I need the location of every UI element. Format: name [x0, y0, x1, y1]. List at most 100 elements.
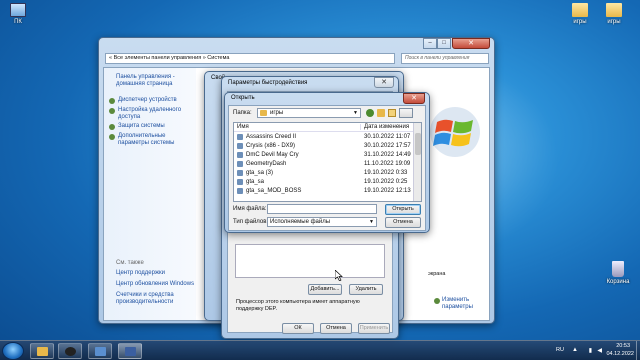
- flag-icon[interactable]: ▲: [572, 347, 578, 353]
- desktop-icon-recycle-bin[interactable]: Корзина: [601, 261, 635, 285]
- language-indicator[interactable]: RU: [556, 347, 564, 353]
- dialog-title: Открыть: [231, 95, 255, 101]
- see-also-action-center[interactable]: Центр поддержки: [116, 270, 165, 276]
- dep-exclusion-list[interactable]: [235, 244, 385, 278]
- desktop-icon-label: игры: [573, 19, 587, 25]
- app-icon: [237, 179, 243, 185]
- close-button[interactable]: ✕: [374, 77, 394, 88]
- file-date: 19.10.2022 0:33: [364, 170, 408, 176]
- start-button[interactable]: [2, 342, 24, 360]
- file-date: 11.10.2022 19:09: [364, 161, 411, 167]
- remove-button[interactable]: Удалить: [349, 284, 383, 295]
- sidebar-item-remote[interactable]: Настройка удаленного доступа: [109, 107, 195, 123]
- filename-input[interactable]: [267, 204, 377, 214]
- file-date: 30.10.2022 17:57: [364, 143, 411, 149]
- file-row[interactable]: gta_sa_MOD_BOSS 19.10.2022 12:13: [234, 187, 414, 196]
- maximize-button[interactable]: □: [437, 38, 451, 49]
- taskbar-control-panel[interactable]: [88, 343, 112, 359]
- open-dialog-body: Папка: игры ▼ Имя Дата изменения Assassi…: [228, 105, 426, 231]
- mouse-cursor-icon: [335, 270, 343, 281]
- cancel-button[interactable]: Отмена: [385, 217, 421, 228]
- sidebar-item-system-protection[interactable]: Защита системы: [109, 123, 195, 133]
- sidebar-item-advanced[interactable]: Дополнительные параметры системы: [109, 133, 195, 149]
- sidebar-item-label: Диспетчер устройств: [118, 97, 177, 103]
- file-row[interactable]: GeometryDash 11.10.2022 19:09: [234, 160, 414, 169]
- taskbar: RU ▲ ▮ ◀ 20:53 04.12.2022: [0, 340, 640, 360]
- file-row[interactable]: Crysis (x86 - DX9) 30.10.2022 17:57: [234, 142, 414, 151]
- clock-date[interactable]: 04.12.2022: [606, 351, 634, 357]
- open-button[interactable]: Открыть: [385, 204, 421, 215]
- desktop-icon-computer[interactable]: ПК: [1, 3, 35, 25]
- file-name: gta_sa: [246, 179, 265, 185]
- file-name: gta_sa_MOD_BOSS: [246, 188, 302, 194]
- shield-icon: [109, 98, 115, 104]
- view-menu-icon[interactable]: [399, 108, 413, 118]
- file-row[interactable]: Assassins Creed II 30.10.2022 11:07: [234, 133, 414, 142]
- close-button[interactable]: ✕: [452, 38, 490, 49]
- app-icon: [237, 152, 243, 158]
- cancel-button[interactable]: Отмена: [320, 323, 352, 334]
- sidebar-item-label: Защита системы: [118, 123, 165, 129]
- show-desktop-button[interactable]: [636, 341, 640, 360]
- see-also-windows-update[interactable]: Центр обновления Windows: [116, 281, 194, 287]
- breadcrumb: « Все элементы панели управления » Систе…: [109, 55, 230, 61]
- see-also-title: См. также: [116, 260, 144, 266]
- desktop-icon-label: ПК: [14, 19, 22, 25]
- desktop-icon-folder[interactable]: игры: [597, 3, 631, 25]
- search-input[interactable]: Поиск в панели управления: [401, 53, 489, 64]
- right-text: экрана: [428, 271, 446, 277]
- scrollbar-thumb[interactable]: [415, 133, 421, 155]
- see-also-performance[interactable]: Счетчики и средства производительности: [116, 292, 190, 306]
- column-name[interactable]: Имя: [237, 124, 249, 130]
- network-icon[interactable]: ▮: [589, 347, 592, 354]
- volume-icon[interactable]: ◀: [597, 347, 602, 354]
- file-name: Assassins Creed II: [246, 134, 297, 140]
- close-button[interactable]: ✕: [403, 93, 425, 104]
- computer-icon: [10, 3, 26, 17]
- open-file-dialog: Открыть ✕ Папка: игры ▼ Имя Дата изменен…: [224, 92, 430, 233]
- chevron-down-icon: ▼: [369, 219, 374, 225]
- desktop-icon-folder[interactable]: игры: [563, 3, 597, 25]
- taskbar-obs[interactable]: [58, 343, 82, 359]
- file-row[interactable]: gta_sa 19.10.2022 0:25: [234, 178, 414, 187]
- new-folder-icon[interactable]: [388, 109, 396, 117]
- search-placeholder: Поиск в панели управления: [405, 55, 470, 61]
- sidebar-home-link[interactable]: Панель управления - домашняя страница: [116, 74, 192, 88]
- file-list[interactable]: Имя Дата изменения Assassins Creed II 30.…: [233, 122, 422, 202]
- dialog-title: Параметры быстродействия: [228, 80, 308, 86]
- app-icon: [237, 134, 243, 140]
- clock-time[interactable]: 20:53: [616, 343, 630, 349]
- sidebar-links: Диспетчер устройств Настройка удаленного…: [109, 97, 195, 149]
- filetype-select[interactable]: Исполняемые файлы ▼: [267, 217, 377, 227]
- file-name: Crysis (x86 - DX9): [246, 143, 296, 149]
- app-icon: [237, 170, 243, 176]
- minimize-button[interactable]: –: [423, 38, 437, 49]
- up-folder-icon[interactable]: [377, 109, 385, 117]
- add-button[interactable]: Добавить...: [308, 284, 342, 295]
- back-icon[interactable]: [366, 109, 374, 117]
- file-name: gta_sa (3): [246, 170, 274, 176]
- apply-button[interactable]: Применить: [358, 323, 390, 334]
- shield-icon: [109, 108, 115, 114]
- app-icon: [237, 161, 243, 167]
- file-rows: Assassins Creed II 30.10.2022 11:07 Crysis…: [234, 133, 414, 196]
- chevron-down-icon: ▼: [353, 110, 358, 116]
- monitor-icon: [95, 347, 106, 356]
- file-name: GeometryDash: [246, 161, 287, 167]
- folder-select[interactable]: игры ▼: [257, 108, 361, 118]
- file-row[interactable]: DmC Devil May Cry 31.10.2022 14:49: [234, 151, 414, 160]
- file-row[interactable]: gta_sa (3) 19.10.2022 0:33: [234, 169, 414, 178]
- sidebar-item-device-manager[interactable]: Диспетчер устройств: [109, 97, 195, 107]
- address-bar[interactable]: « Все элементы панели управления » Систе…: [105, 53, 395, 64]
- shield-icon: [109, 134, 115, 140]
- column-date[interactable]: Дата изменения: [360, 124, 409, 130]
- sidebar-item-label: Настройка удаленного доступа: [118, 107, 182, 120]
- folder-value: игры: [270, 110, 284, 116]
- desktop-icon-label: игры: [607, 19, 621, 25]
- taskbar-system-properties[interactable]: [118, 343, 142, 359]
- ok-button[interactable]: ОК: [282, 323, 314, 334]
- folder-icon: [606, 3, 622, 17]
- taskbar-explorer[interactable]: [30, 343, 54, 359]
- file-date: 30.10.2022 11:07: [364, 134, 411, 140]
- scrollbar[interactable]: [413, 123, 421, 201]
